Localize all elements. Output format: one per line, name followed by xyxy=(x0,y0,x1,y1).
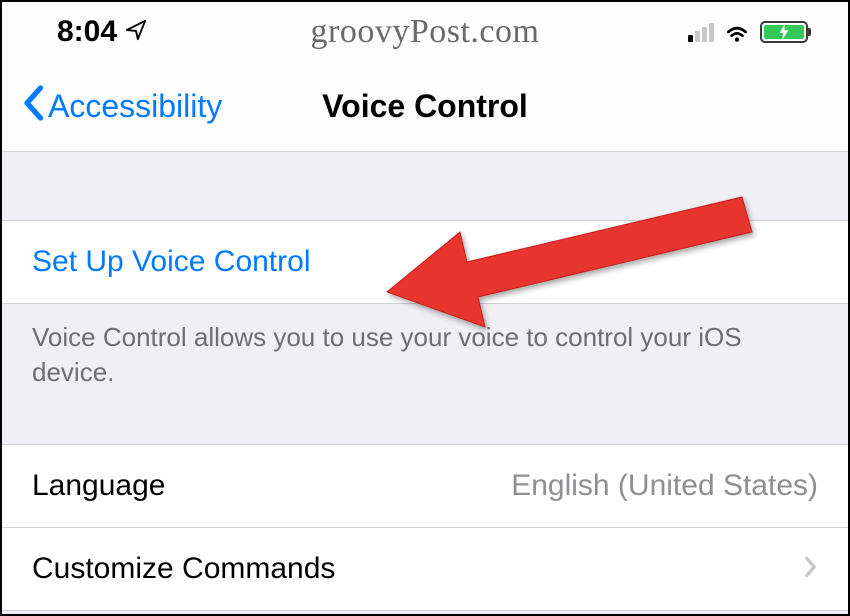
charging-bolt-icon xyxy=(778,24,790,40)
chevron-left-icon xyxy=(22,85,44,128)
setup-footer-text: Voice Control allows you to use your voi… xyxy=(2,304,848,406)
customize-label: Customize Commands xyxy=(32,552,335,586)
language-label: Language xyxy=(32,469,165,503)
cellular-signal-icon xyxy=(688,22,714,42)
status-bar: 8:04 groovyPost.com xyxy=(2,2,848,62)
group-spacer xyxy=(2,152,848,220)
setup-label: Set Up Voice Control xyxy=(32,245,310,279)
battery-icon xyxy=(760,21,808,43)
status-time: 8:04 xyxy=(57,15,117,49)
options-group: Language English (United States) Customi… xyxy=(2,444,848,611)
wifi-icon xyxy=(724,22,750,42)
language-value: English (United States) xyxy=(511,469,818,502)
group-spacer xyxy=(2,406,848,444)
navigation-bar: Accessibility Voice Control xyxy=(2,62,848,152)
watermark-text: groovyPost.com xyxy=(311,13,540,51)
back-button[interactable]: Accessibility xyxy=(22,85,222,128)
page-title: Voice Control xyxy=(322,88,528,125)
language-cell[interactable]: Language English (United States) xyxy=(2,444,848,528)
chevron-right-icon xyxy=(804,552,818,586)
back-label: Accessibility xyxy=(48,88,222,125)
status-right xyxy=(688,21,808,43)
customize-commands-cell[interactable]: Customize Commands xyxy=(2,528,848,611)
location-arrow-icon xyxy=(125,15,147,49)
setup-voice-control-cell[interactable]: Set Up Voice Control xyxy=(2,220,848,304)
status-time-group: 8:04 xyxy=(57,15,147,49)
